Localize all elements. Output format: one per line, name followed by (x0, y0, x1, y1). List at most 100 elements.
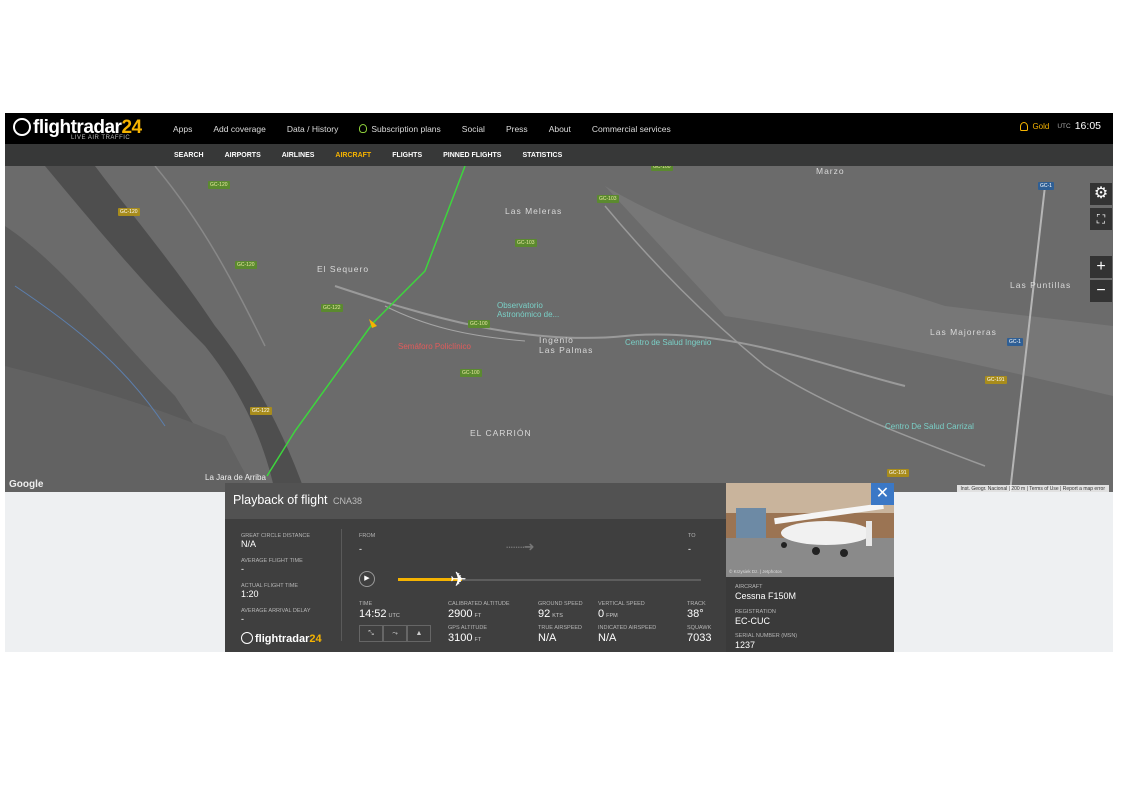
to-label: TO (688, 533, 696, 539)
nav-subscription-plans[interactable]: Subscription plans (359, 124, 441, 134)
lightbulb-icon (359, 124, 368, 133)
road-tag: GC-103 (597, 195, 619, 203)
subnav-flights[interactable]: FLIGHTS (392, 152, 422, 159)
playback-callsign: CNA38 (332, 496, 362, 506)
stat-value: N/A (241, 539, 257, 549)
track-value: 38° (687, 608, 704, 620)
subnav-statistics[interactable]: STATISTICS (522, 152, 562, 159)
stat-value: 1:20 (241, 589, 259, 599)
place-las-majoreras: Las Majoreras (930, 327, 997, 337)
zoom-out-button[interactable]: − (1090, 280, 1112, 302)
subnav-pinned-flights[interactable]: PINNED FLIGHTS (443, 152, 501, 159)
stat-value: - (241, 564, 244, 574)
subnav-search[interactable]: SEARCH (174, 152, 204, 159)
place-ingenio: Ingenio (539, 335, 574, 345)
poi-observatorio[interactable]: Observatorio Astronómico de... (497, 301, 567, 319)
stat-label: AVERAGE ARRIVAL DELAY (241, 608, 311, 614)
utc-clock: 16:05 (1074, 120, 1101, 132)
report-error-link[interactable]: Report a map error (1063, 486, 1105, 492)
place-las-puntillas: Las Puntillas (1010, 280, 1072, 290)
gps-alt-value: 3100 FT (448, 632, 482, 644)
aircraft-photo[interactable]: ✕ © Krzysiek Dz. | Jetphotos (726, 483, 894, 577)
subnav-airlines[interactable]: AIRLINES (282, 152, 315, 159)
stat-value: - (241, 614, 244, 624)
sub-nav: SEARCH AIRPORTS AIRLINES AIRCRAFT FLIGHT… (174, 144, 583, 166)
gear-icon[interactable]: ⚙ (1090, 183, 1112, 205)
poi-centro-salud-ingenio[interactable]: Centro de Salud Ingenio (625, 338, 711, 347)
playback-header: Playback of flight CNA38 (225, 483, 726, 519)
gps-alt-label: GPS ALTITUDE (448, 625, 488, 631)
squawk-value: 7033 (687, 632, 712, 644)
terms-link[interactable]: Terms of Use (1029, 486, 1058, 492)
chart-icon[interactable]: ▲ (407, 625, 431, 642)
ground-speed-value: 92 KTS (538, 608, 563, 620)
road-tag: GC-100 (460, 369, 482, 377)
subnav-airports[interactable]: AIRPORTS (225, 152, 261, 159)
squawk-label: SQUAWK (687, 625, 712, 631)
tas-value: N/A (538, 632, 557, 644)
zoom-in-button[interactable]: + (1090, 256, 1112, 278)
nav-social[interactable]: Social (462, 124, 485, 134)
account-area: Gold UTC 16:05 (1020, 120, 1101, 132)
registration-label: REGISTRATION (735, 609, 776, 615)
cal-alt-value: 2900 FT (448, 608, 482, 620)
registration-value: EC-CUC (735, 616, 770, 626)
stat-label: AVERAGE FLIGHT TIME (241, 558, 303, 564)
map-view[interactable]: Las Meleras El Sequero Las Puntillas Las… (5, 166, 1113, 492)
road-tag: GC-120 (118, 208, 140, 216)
cal-alt-label: CALIBRATED ALTITUDE (448, 601, 510, 607)
close-icon[interactable]: ✕ (871, 483, 894, 505)
nav-commercial-services[interactable]: Commercial services (592, 124, 671, 134)
subnav-aircraft[interactable]: AIRCRAFT (335, 152, 371, 159)
tas-label: TRUE AIRSPEED (538, 625, 583, 631)
app-window: flightradar24 LIVE AIR TRAFFIC Apps Add … (5, 113, 1113, 652)
place-las-palmas: Las Palmas (539, 345, 594, 355)
play-button[interactable]: ▶ (359, 571, 375, 587)
time-label: TIME (359, 601, 373, 607)
playback-panel: Playback of flight CNA38 GREAT CIRCLE DI… (225, 483, 726, 652)
account-button[interactable]: Gold (1020, 121, 1049, 131)
view-buttons: ⤡ ⤳ ▲ (359, 625, 431, 642)
vertical-speed-value: 0 FPM (598, 608, 618, 620)
time-value: 14:52 UTC (359, 608, 400, 620)
place-el-carrion: EL CARRIÓN (470, 428, 532, 438)
logo-tagline: LIVE AIR TRAFFIC (71, 135, 131, 141)
expand-icon[interactable]: ⛶ (1090, 208, 1112, 230)
google-logo: Google (9, 479, 44, 490)
nav-data-history[interactable]: Data / History (287, 124, 339, 134)
nav-about[interactable]: About (549, 124, 571, 134)
place-el-sequero: El Sequero (317, 264, 370, 274)
utc-label: UTC (1057, 122, 1071, 130)
to-value: - (688, 544, 691, 554)
collapse-icon[interactable]: ⤡ (359, 625, 383, 642)
nav-press[interactable]: Press (506, 124, 528, 134)
road-tag: GC-120 (235, 261, 257, 269)
road-tag: GC-120 (208, 181, 230, 189)
aircraft-photo-image (726, 483, 894, 577)
msn-value: 1237 (735, 640, 756, 650)
panel-divider (341, 529, 342, 641)
place-las-meleras: Las Meleras (505, 206, 563, 216)
road-tag: GC-100 (468, 320, 490, 328)
ground-speed-label: GROUND SPEED (538, 601, 583, 607)
poi-semaforo-policlinico[interactable]: Semáforo Policlínico (398, 342, 471, 351)
route-arrow-icon: ········➜ (505, 539, 534, 554)
map-attribution: Inst. Geogr. Nacional | 200 m | Terms of… (956, 485, 1109, 492)
route-icon[interactable]: ⤳ (383, 625, 407, 642)
nav-apps[interactable]: Apps (173, 124, 192, 134)
nav-add-coverage[interactable]: Add coverage (213, 124, 265, 134)
radar-icon (241, 632, 253, 644)
road-tag: GC-191 (887, 469, 909, 477)
vertical-speed-label: VERTICAL SPEED (598, 601, 645, 607)
aircraft-info-card: ✕ © Krzysiek Dz. | Jetphotos AIRCRAFT Ce… (726, 483, 894, 652)
main-nav: Apps Add coverage Data / History Subscri… (173, 113, 692, 144)
radar-icon (13, 118, 31, 136)
aircraft-type-value: Cessna F150M (735, 591, 797, 601)
poi-centro-salud-carrizal[interactable]: Centro De Salud Carrizal (885, 422, 974, 431)
road-tag: GC-100 (651, 166, 673, 171)
road-tag: GC-1 (1038, 182, 1054, 190)
fr24-footer-logo: flightradar24 (241, 632, 322, 645)
airplane-icon[interactable]: ✈ (450, 567, 467, 592)
photo-credit[interactable]: © Krzysiek Dz. | Jetphotos (729, 569, 782, 574)
aircraft-type-label: AIRCRAFT (735, 584, 763, 590)
